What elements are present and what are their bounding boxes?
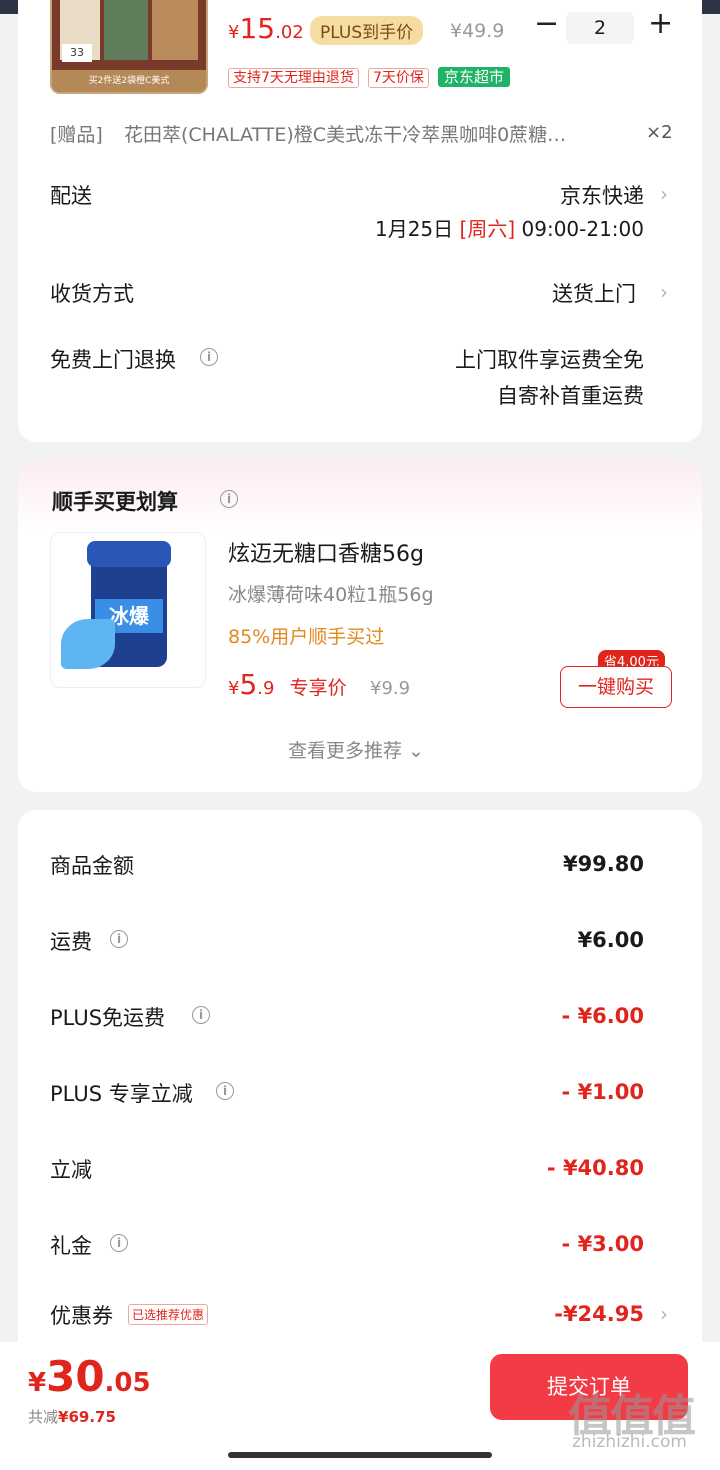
shipping-info-icon[interactable]: i	[110, 930, 128, 948]
recommend-stat: 85%用户顺手买过	[228, 626, 385, 648]
coupon-recommended-tag: 已选推荐优惠	[128, 1304, 209, 1325]
gift-name: 花田萃(CHALATTE)橙C美式冻干冷萃黑咖啡0蔗糖…	[124, 124, 567, 146]
recommend-price-symbol: ¥	[228, 678, 240, 699]
summary-row-gift-cash-value: - ¥3.00	[561, 1232, 644, 1256]
delivery-weekday: [周六]	[459, 217, 516, 241]
watermark-url: zhizhizhi.com	[572, 1432, 687, 1452]
free-return-label: 免费上门退换	[50, 348, 176, 372]
product-tags: 支持7天无理由退货 7天价保 京东超市	[228, 66, 511, 88]
recommend-price: ¥5.9 专享价	[228, 668, 347, 701]
chevron-down-icon: ⌄	[408, 740, 424, 762]
receive-chevron-icon[interactable]: ›	[660, 280, 668, 304]
package-image-2	[104, 0, 148, 60]
total-currency: ¥	[28, 1368, 47, 1398]
total-dec: .05	[104, 1368, 151, 1398]
free-return-info-icon[interactable]: i	[200, 348, 218, 366]
receive-method-value[interactable]: 送货上门	[552, 278, 636, 308]
package-image-3	[152, 0, 198, 60]
recommend-original-price: ¥9.9	[370, 678, 411, 699]
recommend-product-name[interactable]: 炫迈无糖口香糖56g	[228, 536, 424, 568]
recommend-price-int: 5	[239, 668, 258, 701]
free-return-line2: 自寄补首重运费	[497, 384, 644, 408]
plus-free-info-icon[interactable]: i	[192, 1006, 210, 1024]
total-saved: 共减¥69.75	[28, 1406, 116, 1427]
more-recommend-link[interactable]: 查看更多推荐 ⌄	[288, 736, 424, 763]
summary-row-coupon-label: 优惠券	[50, 1304, 113, 1328]
summary-row-plus-free-value: - ¥6.00	[561, 1004, 644, 1028]
delivery-date: 1月25日	[374, 217, 454, 241]
one-click-buy-button[interactable]: 一键购买	[560, 666, 672, 708]
total-price: ¥30.05	[28, 1352, 151, 1401]
summary-row-shipping-value: ¥6.00	[577, 928, 644, 952]
quantity-plus-button[interactable]: +	[648, 6, 673, 41]
order-product-card: 33 买2件送2袋橙C美式 ¥15.02 PLUS到手价 ¥49.9 − 2 +…	[18, 0, 702, 442]
delivery-carrier[interactable]: 京东快递	[560, 180, 644, 210]
delivery-chevron-icon[interactable]: ›	[660, 182, 668, 206]
gum-thumbnail[interactable]: 冰爆	[50, 532, 206, 688]
summary-row-plus-discount-label: PLUS 专享立减	[50, 1082, 193, 1106]
summary-row-coupon-value[interactable]: -¥24.95	[554, 1302, 644, 1326]
plus-discount-info-icon[interactable]: i	[216, 1082, 234, 1100]
summary-row-goods-label: 商品金额	[50, 854, 134, 878]
coupon-chevron-icon[interactable]: ›	[660, 1302, 668, 1326]
quantity-minus-button[interactable]: −	[534, 6, 559, 41]
summary-row-plus-discount-value: - ¥1.00	[561, 1080, 644, 1104]
summary-row-instant-label: 立减	[50, 1158, 92, 1182]
price-symbol: ¥	[228, 22, 240, 43]
summary-row-shipping-label: 运费	[50, 930, 92, 954]
more-recommend-label: 查看更多推荐	[288, 740, 403, 762]
delivery-time[interactable]: 1月25日 [周六] 09:00-21:00	[375, 213, 644, 242]
delivery-label: 配送	[50, 184, 92, 208]
recommend-card: 顺手买更划算 i 冰爆 炫迈无糖口香糖56g 冰爆薄荷味40粒1瓶56g 85%…	[18, 462, 702, 792]
summary-row-instant-value: - ¥40.80	[546, 1156, 644, 1180]
price-summary-card: 商品金额 ¥99.80 运费 i ¥6.00 PLUS免运费 i - ¥6.00…	[18, 810, 702, 1370]
delivery-window: 09:00-21:00	[521, 217, 645, 241]
saved-label: 共减	[28, 1408, 59, 1426]
product-price: ¥15.02	[228, 12, 304, 45]
recommend-info-icon[interactable]: i	[220, 490, 238, 508]
gift-quantity: ×2	[646, 122, 673, 143]
mint-leaf-image	[61, 619, 115, 669]
recommend-price-label: 专享价	[289, 677, 347, 699]
quantity-value[interactable]: 2	[566, 12, 634, 44]
recommend-title: 顺手买更划算	[52, 490, 178, 514]
tag-7day-return: 支持7天无理由退货	[228, 68, 359, 88]
price-int: 15	[239, 12, 276, 45]
gift-cash-info-icon[interactable]: i	[110, 1234, 128, 1252]
tag-price-protect: 7天价保	[368, 68, 429, 88]
gum-jar-cap	[87, 541, 171, 567]
original-price: ¥49.9	[450, 20, 505, 42]
summary-row-goods-value: ¥99.80	[562, 852, 644, 876]
summary-row-gift-cash-label: 礼金	[50, 1234, 92, 1258]
tag-jd-supermarket: 京东超市	[438, 67, 511, 87]
total-int: 30	[46, 1352, 105, 1401]
product-thumbnail[interactable]: 33 买2件送2袋橙C美式	[50, 0, 208, 94]
summary-row-plus-free-label: PLUS免运费	[50, 1006, 166, 1030]
home-indicator	[228, 1452, 492, 1458]
thumb-price-tag: 33	[62, 44, 92, 62]
price-dec: .02	[275, 22, 304, 43]
gift-label: [赠品]	[50, 124, 103, 146]
thumb-promo-strip: 买2件送2袋橙C美式	[52, 70, 206, 92]
receive-method-label: 收货方式	[50, 282, 134, 306]
free-return-line1: 上门取件享运费全免	[455, 348, 644, 372]
recommend-price-dec: .9	[257, 678, 275, 699]
saved-value: ¥69.75	[58, 1408, 116, 1426]
plus-price-badge: PLUS到手价	[310, 16, 424, 45]
recommend-product-spec: 冰爆薄荷味40粒1瓶56g	[228, 584, 434, 606]
